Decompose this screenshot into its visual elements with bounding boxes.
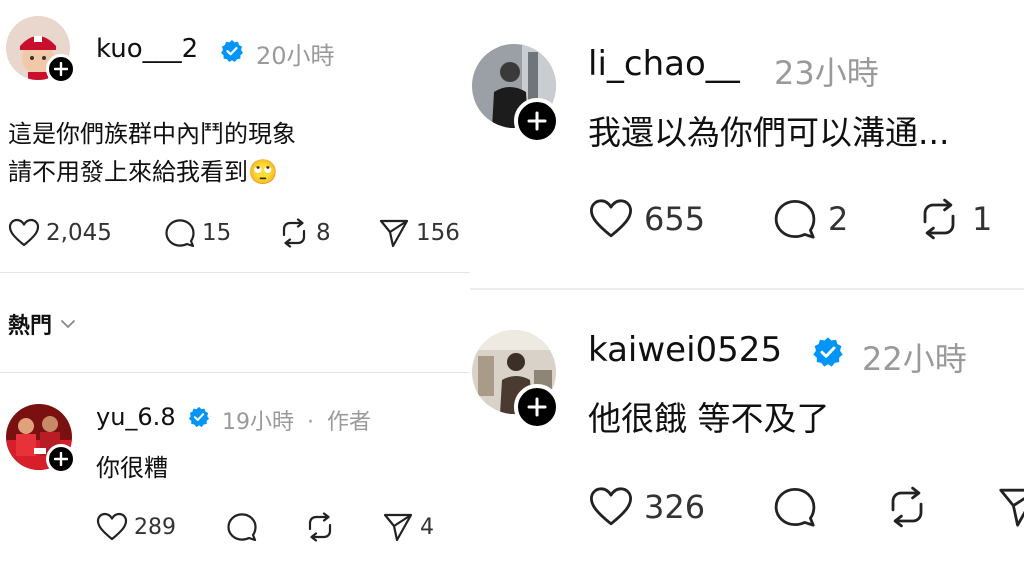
post-text-line-2: 請不用發上來給我看到🙄 [8,152,278,187]
follow-plus-button[interactable] [514,384,560,430]
comment-icon [774,487,816,527]
verified-badge-icon [221,40,243,62]
repost-count: 8 [316,220,331,246]
send-icon [383,513,413,542]
send-icon [999,488,1024,527]
reply-count: 2 [828,200,849,238]
post-text: 請不用發上來給我看到 [8,158,248,186]
follow-plus-button[interactable] [46,444,76,474]
post-text-line-1: 這是你們族群中內鬥的現象 [8,120,296,148]
left-thread-panel: kuo___2 20小時 這是你們族群中內鬥的現象 請不用發上來給我看到🙄 2,… [0,0,470,576]
comment-icon [227,513,257,542]
timestamp: 22小時 [862,340,967,378]
heart-icon [8,218,40,247]
timestamp-text: 19小時 [222,410,294,435]
reply-button[interactable] [226,512,258,542]
share-button[interactable]: 156 [378,218,460,248]
repost-button[interactable]: 1 [916,198,992,240]
post-text: 我還以為你們可以溝通... [588,113,950,152]
username[interactable]: yu_6.8 [96,403,176,431]
sort-dropdown[interactable]: 熱門 [8,308,76,340]
heart-icon [590,487,632,526]
repost-icon [282,218,306,248]
heart-icon [96,512,128,541]
send-icon [379,219,409,248]
author-tag: 作者 [327,410,372,435]
eye-roll-emoji: 🙄 [248,158,278,186]
share-count: 4 [420,514,434,540]
divider [0,372,470,373]
like-count: 655 [644,200,706,238]
username[interactable]: kuo___2 [96,34,198,64]
verified-badge-icon [188,406,210,428]
post-text: 你很糟 [96,454,168,482]
divider [0,272,470,273]
repost-button[interactable] [304,512,336,542]
like-button[interactable]: 289 [96,512,176,542]
like-count: 326 [644,488,706,526]
repost-button[interactable]: 8 [278,218,331,248]
share-count: 156 [416,220,460,246]
timestamp: 19小時 · 作者 [222,404,371,436]
heart-icon [590,199,632,238]
comment-icon [774,199,816,239]
verified-badge-icon [813,337,843,367]
right-thread-panel: li_chao__ 23小時 我還以為你們可以溝通... 655 2 1 kai… [470,0,1024,576]
repost-icon [891,486,923,528]
share-button[interactable] [996,486,1024,528]
sort-label: 熱門 [8,314,53,339]
like-button[interactable]: 655 [588,198,705,240]
repost-icon [308,512,332,542]
like-button[interactable]: 326 [588,486,705,528]
repost-button[interactable] [884,486,930,528]
like-count: 289 [134,514,176,540]
separator: · [307,410,314,435]
follow-plus-button[interactable] [514,98,560,144]
post-text: 他很餓 等不及了 [588,399,830,438]
reply-button[interactable]: 2 [772,198,848,240]
repost-icon [923,198,955,240]
reply-button[interactable] [772,486,818,528]
timestamp: 23小時 [774,54,879,92]
divider [470,288,1024,290]
follow-plus-button[interactable] [46,54,76,84]
comment-icon [165,219,195,248]
reply-button[interactable]: 15 [164,218,231,248]
repost-count: 1 [972,200,993,238]
timestamp: 20小時 [256,42,335,70]
share-button[interactable]: 4 [382,512,434,542]
username[interactable]: li_chao__ [588,44,740,84]
like-button[interactable]: 2,045 [8,218,112,248]
username[interactable]: kaiwei0525 [588,330,782,370]
reply-count: 15 [202,220,232,246]
like-count: 2,045 [46,220,112,246]
chevron-down-icon [61,320,75,329]
